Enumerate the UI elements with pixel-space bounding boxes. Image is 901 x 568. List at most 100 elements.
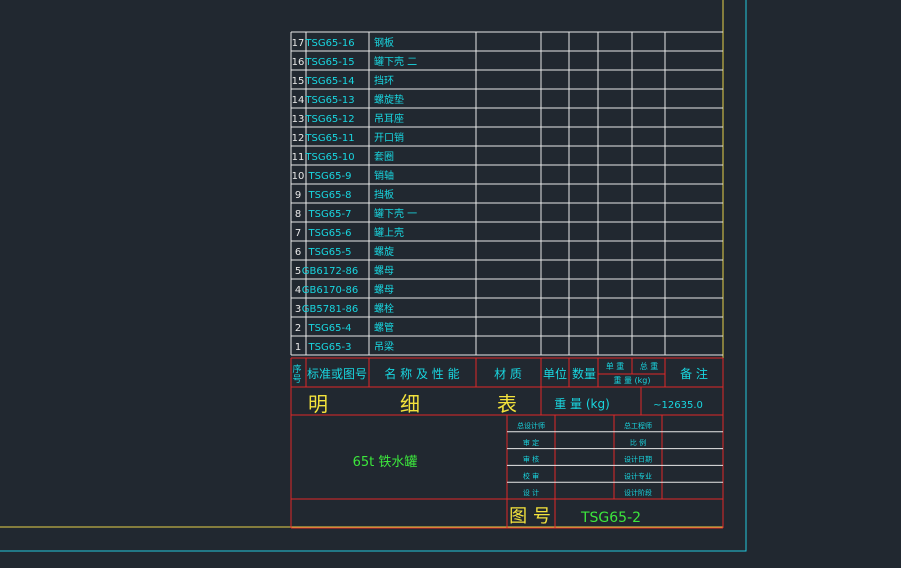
weight-value: ~12635.0 xyxy=(653,400,703,411)
table-row: 8 TSG65-7 罐下壳 一 xyxy=(295,207,417,220)
parts-list-grid xyxy=(290,31,724,529)
row-number: 2 xyxy=(295,323,301,334)
row-name: 螺栓 xyxy=(374,302,394,315)
inner-frame xyxy=(0,0,724,528)
role-label-right: 设计日期 xyxy=(624,455,652,464)
header-seq: 序号 xyxy=(292,363,301,385)
table-row: 13 TSG65-12 吊耳座 xyxy=(292,112,404,125)
row-name: 螺管 xyxy=(374,321,394,334)
row-name: 罐上壳 xyxy=(374,226,404,239)
table-row: 2 TSG65-4 螺管 xyxy=(295,321,394,334)
row-code: TSG65-13 xyxy=(304,95,354,106)
row-name: 开口销 xyxy=(374,131,404,144)
row-number: 8 xyxy=(295,209,301,220)
row-code: GB5781-86 xyxy=(302,304,358,315)
row-name: 钢板 xyxy=(374,36,394,49)
header-weight-kg: 重 量 (kg) xyxy=(613,375,650,385)
row-code: GB6172-86 xyxy=(302,266,358,277)
row-number: 14 xyxy=(292,95,305,106)
row-name: 挡板 xyxy=(374,188,394,201)
table-row: 11 TSG65-10 套圈 xyxy=(292,150,394,163)
row-name: 套圈 xyxy=(374,150,394,163)
drawing-no-label: 图 号 xyxy=(509,506,551,527)
row-number: 9 xyxy=(295,190,301,201)
table-row: 10 TSG65-9 销轴 xyxy=(292,169,394,182)
row-number: 13 xyxy=(292,114,305,125)
header-qty: 数量 xyxy=(572,366,596,381)
table-row: 16 TSG65-15 罐下壳 二 xyxy=(292,55,418,68)
row-name: 吊耳座 xyxy=(374,112,404,125)
row-name: 螺母 xyxy=(374,265,394,277)
row-number: 3 xyxy=(295,304,301,315)
role-label-left: 审 核 xyxy=(523,455,539,464)
table-row: 4 GB6170-86 螺母 xyxy=(295,284,394,296)
row-number: 1 xyxy=(295,342,301,353)
detail-title-char-3: 表 xyxy=(497,392,517,416)
table-row: 17 TSG65-16 钢板 xyxy=(292,36,394,49)
role-label-right: 设计专业 xyxy=(624,471,652,480)
row-name: 销轴 xyxy=(374,169,394,182)
row-number: 17 xyxy=(292,38,305,49)
row-number: 5 xyxy=(295,266,301,277)
table-row: 15 TSG65-14 挡环 xyxy=(292,74,394,87)
row-code: TSG65-16 xyxy=(304,38,354,49)
row-code: TSG65-11 xyxy=(304,133,354,144)
header-material: 材 质 xyxy=(494,367,522,381)
role-label-right: 比 例 xyxy=(630,438,646,447)
row-code: TSG65-15 xyxy=(304,57,354,68)
row-code: GB6170-86 xyxy=(302,285,358,296)
row-code: TSG65-4 xyxy=(308,323,352,334)
title-block-roles: 总设计师审 定审 核校 审设 计 总工程师比 例设计日期设计专业设计阶段 xyxy=(507,421,723,497)
table-row: 9 TSG65-8 挡板 xyxy=(295,188,394,201)
header-unit: 单位 xyxy=(543,366,567,381)
table-row: 5 GB6172-86 螺母 xyxy=(295,265,394,277)
row-name: 螺母 xyxy=(374,284,394,296)
row-number: 11 xyxy=(292,152,305,163)
parts-list-header: 序号 标准或图号 名 称 及 性 能 材 质 单位 数量 单 重 总 重 重 量… xyxy=(292,361,707,385)
cad-drawing-canvas: 17 TSG65-16 钢板16 TSG65-15 罐下壳 二15 TSG65-14 挡环1… xyxy=(0,0,747,552)
detail-title-char-2: 细 xyxy=(400,392,420,416)
parts-list-rows: 17 TSG65-16 钢板16 TSG65-15 罐下壳 二15 TSG65-14 挡环1… xyxy=(292,36,418,353)
role-label-left: 设 计 xyxy=(523,488,539,497)
row-name: 螺旋 xyxy=(374,245,394,258)
row-code: TSG65-14 xyxy=(304,76,354,87)
row-code: TSG65-7 xyxy=(308,209,352,220)
table-row: 12 TSG65-11 开口销 xyxy=(292,131,404,144)
table-row: 3 GB5781-86 螺栓 xyxy=(295,302,394,315)
header-remark: 备 注 xyxy=(680,366,708,381)
row-code: TSG65-10 xyxy=(304,152,354,163)
row-code: TSG65-5 xyxy=(308,247,352,258)
role-label-right: 总工程师 xyxy=(624,421,652,430)
row-number: 4 xyxy=(295,285,301,296)
row-code: TSG65-9 xyxy=(308,171,352,182)
header-single-weight: 单 重 xyxy=(606,361,625,371)
role-label-left: 校 审 xyxy=(523,471,539,480)
role-label-left: 总设计师 xyxy=(517,421,545,430)
row-code: TSG65-3 xyxy=(308,342,352,353)
row-code: TSG65-6 xyxy=(308,228,352,239)
row-name: 罐下壳 二 xyxy=(374,55,417,68)
detail-title-char-1: 明 xyxy=(308,392,328,416)
row-number: 15 xyxy=(292,76,305,87)
row-number: 6 xyxy=(295,247,301,258)
weight-label: 重 量 (kg) xyxy=(554,397,610,411)
table-row: 7 TSG65-6 罐上壳 xyxy=(295,226,404,239)
header-name: 名 称 及 性 能 xyxy=(384,366,459,381)
row-name: 吊梁 xyxy=(374,340,394,353)
row-number: 10 xyxy=(292,171,305,182)
table-row: 1 TSG65-3 吊梁 xyxy=(295,340,394,353)
row-name: 罐下壳 一 xyxy=(374,207,417,220)
drawing-no: TSG65-2 xyxy=(580,510,641,526)
table-row: 14 TSG65-13 螺旋垫 xyxy=(292,93,404,106)
row-name: 挡环 xyxy=(374,74,394,87)
header-code: 标准或图号 xyxy=(307,367,367,381)
row-number: 16 xyxy=(292,57,305,68)
row-code: TSG65-12 xyxy=(304,114,354,125)
table-row: 6 TSG65-5 螺旋 xyxy=(295,245,394,258)
role-label-right: 设计阶段 xyxy=(624,488,652,497)
row-name: 螺旋垫 xyxy=(374,93,404,106)
row-number: 12 xyxy=(292,133,305,144)
role-label-left: 审 定 xyxy=(523,438,539,447)
row-code: TSG65-8 xyxy=(308,190,352,201)
header-total-weight: 总 重 xyxy=(640,361,659,371)
